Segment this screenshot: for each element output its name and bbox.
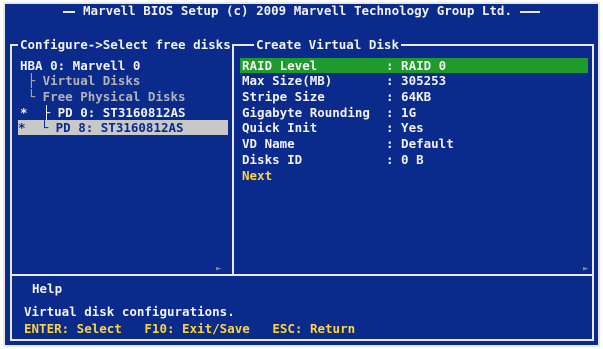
field-vd-name-label[interactable]: VD Name xyxy=(242,136,370,151)
field-disks-id-value[interactable]: : 0 B xyxy=(386,152,424,167)
tree-item-hba[interactable]: HBA 0: Marvell 0 xyxy=(20,58,140,73)
field-stripe-size-value[interactable]: : 64KB xyxy=(386,89,431,104)
field-max-size-label[interactable]: Max Size(MB) xyxy=(242,73,370,88)
disk-tree-legend: Configure->Select free disks xyxy=(18,37,233,52)
field-vd-name-value[interactable]: : Default xyxy=(386,136,454,151)
field-raid-level-label[interactable]: RAID Level xyxy=(242,58,370,73)
tree-item-virtual-disks[interactable]: ├ Virtual Disks xyxy=(20,73,141,88)
field-raid-level-value[interactable]: : RAID 0 xyxy=(386,58,446,73)
window-title: Marvell BIOS Setup (c) 2009 Marvell Tech… xyxy=(83,3,512,18)
title-line-right xyxy=(519,10,540,13)
tree-item-pd-0[interactable]: * ├ PD 0: ST3160812AS xyxy=(20,105,186,120)
bios-screen: Marvell BIOS Setup (c) 2009 Marvell Tech… xyxy=(0,0,603,349)
field-quick-init-label[interactable]: Quick Init xyxy=(242,120,370,135)
field-disks-id-label[interactable]: Disks ID xyxy=(242,152,370,167)
help-key-hints: ENTER: Select F10: Exit/Save ESC: Return xyxy=(24,321,356,336)
create-vd-legend: Create Virtual Disk xyxy=(254,37,401,52)
help-description: Virtual disk configurations. xyxy=(24,304,235,319)
right-scroll-arrow-icon[interactable]: ► xyxy=(583,264,588,274)
title-line-left xyxy=(63,10,76,13)
next-button[interactable]: Next xyxy=(242,168,272,183)
tree-item-free-physical-disks[interactable]: └ Free Physical Disks xyxy=(20,89,186,104)
left-scroll-arrow-icon[interactable]: ► xyxy=(216,264,221,274)
field-gigabyte-rounding-value[interactable]: : 1G xyxy=(386,105,416,120)
field-gigabyte-rounding-label[interactable]: Gigabyte Rounding xyxy=(242,105,370,120)
help-legend: Help xyxy=(30,281,65,296)
field-max-size-value[interactable]: : 305253 xyxy=(386,73,446,88)
field-stripe-size-label[interactable]: Stripe Size xyxy=(242,89,370,104)
field-quick-init-value[interactable]: : Yes xyxy=(386,120,424,135)
window-title-bar: Marvell BIOS Setup (c) 2009 Marvell Tech… xyxy=(0,3,603,19)
tree-item-pd-8-selected[interactable]: * └ PD 8: ST3160812AS xyxy=(18,120,228,135)
